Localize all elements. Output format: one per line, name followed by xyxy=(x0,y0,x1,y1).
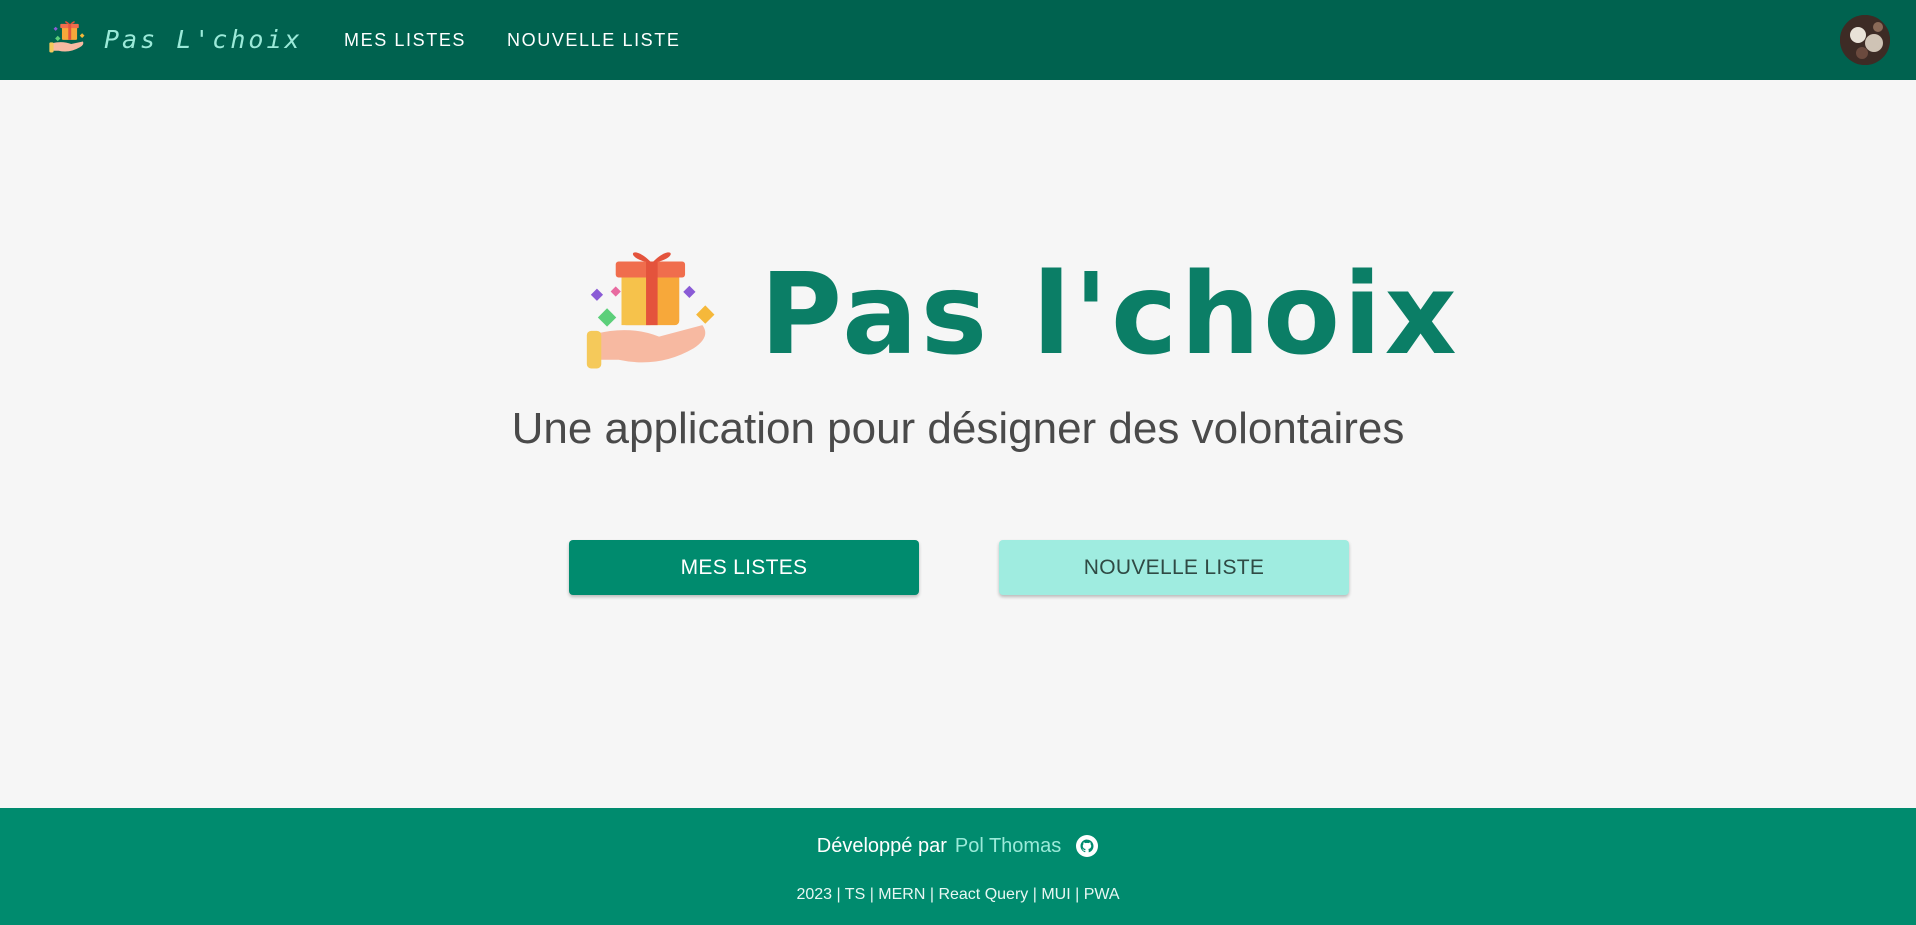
github-icon[interactable] xyxy=(1075,834,1099,858)
nav-nouvelle-liste[interactable]: NOUVELLE LISTE xyxy=(507,30,680,51)
hero-subtitle: Une application pour désigner des volont… xyxy=(511,404,1405,453)
gift-hand-logo-icon xyxy=(586,252,715,369)
footer-stack: 2023 | TS | MERN | React Query | MUI | P… xyxy=(796,886,1120,903)
hero-title: Pas l'choix xyxy=(575,250,1460,380)
main-nav: MES LISTES NOUVELLE LISTE xyxy=(344,0,681,80)
avatar[interactable] xyxy=(1840,15,1890,65)
footer-credit: Développé par Pol Thomas xyxy=(0,834,1916,858)
brand[interactable]: Pas L'choix xyxy=(46,18,303,60)
developed-by-label: Développé par xyxy=(816,834,947,857)
brand-name: Pas L'choix xyxy=(104,24,303,54)
nav-mes-listes[interactable]: MES LISTES xyxy=(344,30,466,51)
gift-hand-logo-icon xyxy=(49,21,85,53)
app-footer: Développé par Pol Thomas 2023 | TS | MER… xyxy=(0,808,1916,925)
hero-app-name: Pas l'choix xyxy=(760,250,1460,380)
nouvelle-liste-button[interactable]: NOUVELLE LISTE xyxy=(999,540,1349,595)
avatar-image-icon xyxy=(1840,15,1890,65)
author-link[interactable]: Pol Thomas xyxy=(955,835,1061,858)
app-header: Pas L'choix MES LISTES NOUVELLE LISTE xyxy=(0,0,1916,80)
mes-listes-button[interactable]: MES LISTES xyxy=(569,540,919,595)
